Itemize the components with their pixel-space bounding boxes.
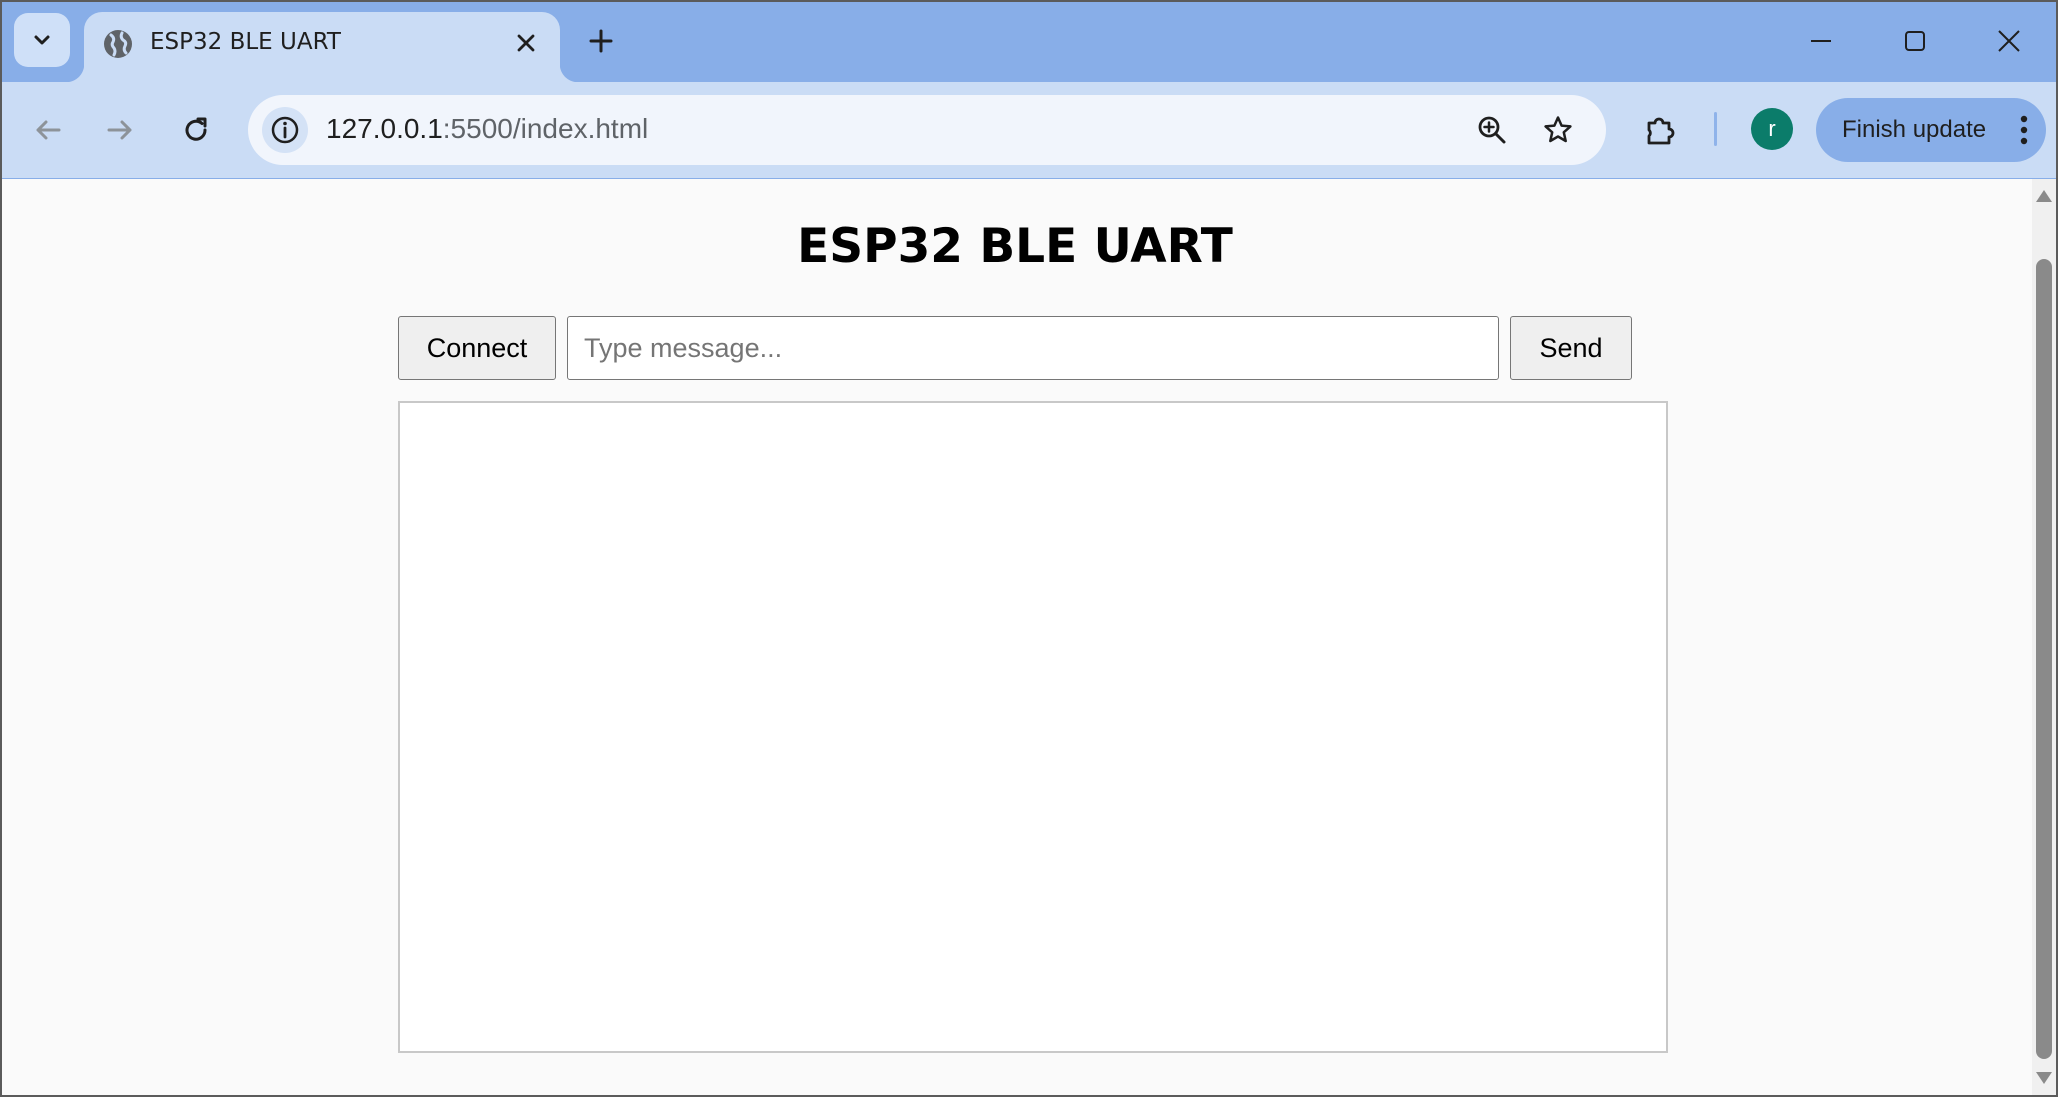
forward-button[interactable] (96, 106, 144, 154)
message-input[interactable] (567, 316, 1499, 380)
page-viewport: ESP32 BLE UART Connect Send (2, 179, 2032, 1095)
triangle-up-icon (2036, 190, 2052, 202)
page-scrollbar[interactable] (2032, 179, 2056, 1095)
tab-search-button[interactable] (14, 13, 70, 67)
site-info-button[interactable] (262, 107, 308, 153)
address-bar[interactable]: 127.0.0.1:5500/index.html (248, 95, 1606, 165)
new-tab-button[interactable] (580, 20, 622, 62)
reload-button[interactable] (172, 106, 220, 154)
info-icon (271, 116, 299, 144)
chevron-down-icon (34, 35, 50, 45)
zoom-in-icon (1478, 116, 1506, 144)
minimize-button[interactable] (1794, 14, 1848, 68)
page-title: ESP32 BLE UART (797, 219, 1233, 274)
close-icon (517, 34, 535, 52)
minimize-icon (1811, 40, 1831, 42)
reload-icon (185, 117, 207, 141)
more-vertical-icon (2020, 115, 2028, 145)
extensions-button[interactable] (1636, 106, 1684, 154)
url-host: 127.0.0.1 (326, 113, 443, 144)
finish-update-label: Finish update (1842, 116, 1987, 143)
triangle-down-icon (2036, 1072, 2052, 1084)
arrow-right-icon (107, 120, 132, 140)
browser-toolbar: 127.0.0.1:5500/index.html r Finish updat… (0, 82, 2058, 178)
message-log[interactable] (398, 401, 1668, 1053)
finish-update-button[interactable]: Finish update (1816, 98, 2046, 162)
tab-title: ESP32 BLE UART (150, 29, 341, 55)
arrow-left-icon (36, 120, 61, 140)
star-icon (1544, 116, 1572, 143)
tab-strip: ESP32 BLE UART (0, 0, 2058, 82)
active-tab[interactable]: ESP32 BLE UART (66, 12, 578, 82)
scroll-up-button[interactable] (2032, 187, 2056, 205)
url-path: :5500/index.html (442, 113, 649, 144)
connect-button[interactable]: Connect (398, 316, 556, 380)
tab-close-button[interactable] (508, 25, 544, 61)
puzzle-icon (1647, 117, 1675, 145)
scroll-down-button[interactable] (2032, 1069, 2056, 1087)
maximize-button[interactable] (1888, 14, 1942, 68)
browser-menu-button[interactable] (2014, 112, 2034, 148)
plus-icon (589, 29, 613, 53)
scroll-thumb[interactable] (2036, 259, 2052, 1059)
send-button[interactable]: Send (1510, 316, 1632, 380)
url-text[interactable]: 127.0.0.1:5500/index.html (326, 113, 648, 145)
window-close-button[interactable] (1982, 14, 2036, 68)
profile-avatar[interactable]: r (1751, 108, 1793, 150)
zoom-button[interactable] (1468, 106, 1516, 154)
toolbar-divider (1714, 112, 1717, 146)
back-button[interactable] (24, 106, 72, 154)
close-icon (1998, 30, 2020, 52)
globe-icon (104, 30, 132, 58)
bookmark-button[interactable] (1534, 106, 1582, 154)
maximize-icon (1905, 31, 1925, 51)
